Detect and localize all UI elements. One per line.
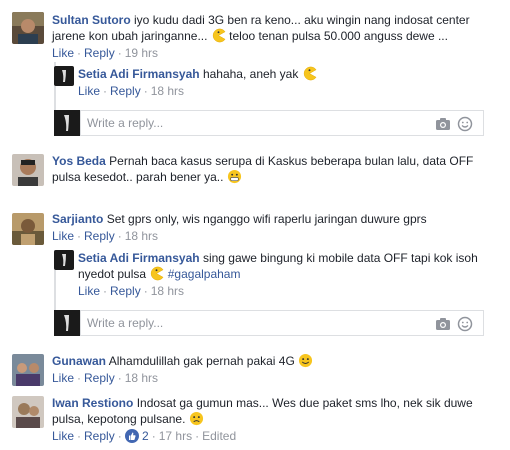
timestamp[interactable]: 18 hrs: [125, 229, 158, 243]
reply-input[interactable]: Write a reply...: [80, 110, 484, 136]
like-count[interactable]: 2: [142, 429, 149, 443]
pacman-emoji: [211, 28, 226, 43]
reply-link[interactable]: Reply: [84, 371, 115, 385]
smile-emoji: [299, 353, 313, 368]
smiley-icon[interactable]: [457, 316, 473, 332]
timestamp[interactable]: 17 hrs: [159, 429, 192, 443]
like-link[interactable]: Like: [52, 229, 74, 243]
write-reply-box: Write a reply...: [54, 310, 484, 336]
comment-text: Alhamdulillah gak pernah pakai 4G: [108, 354, 295, 368]
grinning-emoji: [227, 169, 241, 184]
timestamp[interactable]: 19 hrs: [125, 46, 158, 60]
comment-author[interactable]: Sultan Sutoro: [52, 13, 131, 27]
like-link[interactable]: Like: [52, 429, 74, 443]
comment-text: Pernah baca kasus serupa di Kaskus beber…: [52, 154, 474, 184]
reply-link[interactable]: Reply: [110, 284, 141, 298]
edited-label[interactable]: Edited: [202, 429, 236, 443]
avatar[interactable]: [54, 250, 74, 270]
timestamp[interactable]: 18 hrs: [125, 371, 158, 385]
hashtag-link[interactable]: #gagalpaham: [168, 267, 241, 281]
pacman-emoji: [302, 66, 317, 81]
like-link[interactable]: Like: [78, 84, 100, 98]
avatar[interactable]: [12, 213, 44, 245]
comment-author[interactable]: Yos Beda: [52, 154, 106, 168]
avatar: [54, 110, 80, 136]
like-link[interactable]: Like: [78, 284, 100, 298]
timestamp[interactable]: 18 hrs: [151, 84, 184, 98]
like-link[interactable]: Like: [52, 46, 74, 60]
comment-text-continued: teloo tenan pulsa 50.000 anguss dewe ...: [229, 29, 448, 43]
pacman-emoji: [149, 266, 164, 281]
write-reply-box: Write a reply...: [54, 110, 484, 136]
reply-input[interactable]: Write a reply...: [80, 310, 484, 336]
reply-link[interactable]: Reply: [84, 429, 115, 443]
timestamp[interactable]: 18 hrs: [151, 284, 184, 298]
like-link[interactable]: Like: [52, 371, 74, 385]
avatar[interactable]: [12, 354, 44, 386]
reply-placeholder: Write a reply...: [87, 316, 164, 330]
avatar[interactable]: [54, 66, 74, 86]
reply-link[interactable]: Reply: [84, 229, 115, 243]
camera-icon[interactable]: [435, 316, 451, 332]
comment-text: hahaha, aneh yak: [202, 67, 299, 81]
camera-icon[interactable]: [435, 116, 451, 132]
reply-link[interactable]: Reply: [84, 46, 115, 60]
comment-text: Set gprs only, wis nganggo wifi raperlu …: [106, 212, 427, 226]
smiley-icon[interactable]: [457, 116, 473, 132]
like-reaction-icon[interactable]: [124, 429, 139, 443]
avatar[interactable]: [12, 154, 44, 186]
comment-author[interactable]: Setia Adi Firmansyah: [78, 67, 200, 81]
avatar: [54, 310, 80, 336]
comment-author[interactable]: Gunawan: [52, 354, 106, 368]
avatar[interactable]: [12, 12, 44, 44]
reply-placeholder: Write a reply...: [87, 116, 164, 130]
comment-author[interactable]: Iwan Restiono: [52, 396, 133, 410]
reply-link[interactable]: Reply: [110, 84, 141, 98]
avatar[interactable]: [12, 396, 44, 428]
comment-author[interactable]: Sarjianto: [52, 212, 103, 226]
comment-author[interactable]: Setia Adi Firmansyah: [78, 251, 200, 265]
worried-emoji: [189, 411, 203, 426]
